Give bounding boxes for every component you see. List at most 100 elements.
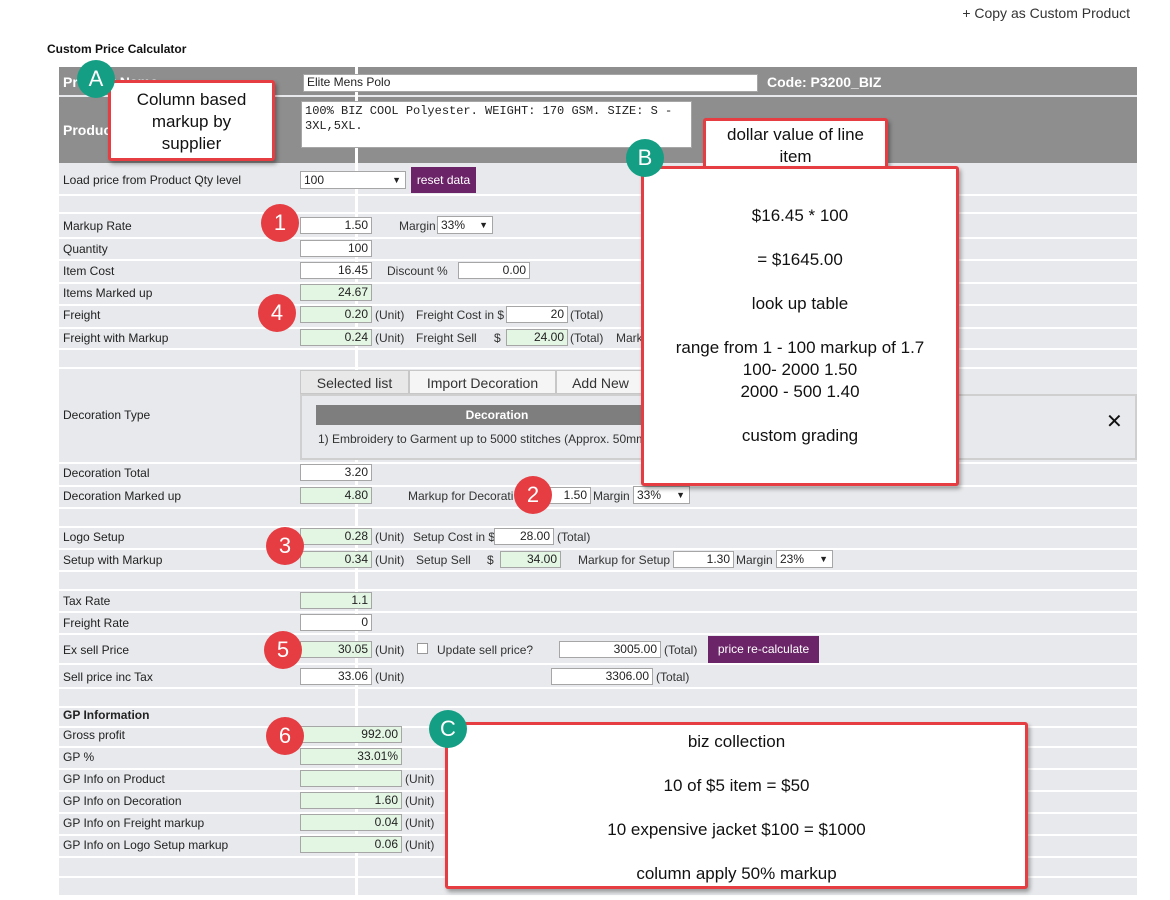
setup-with-markup-label: Setup with Markup xyxy=(63,553,163,567)
markup-rate-input[interactable]: 1.50 xyxy=(300,217,372,234)
chevron-down-icon: ▼ xyxy=(676,490,685,500)
freight-rate-input[interactable]: 0 xyxy=(300,614,372,631)
setup-margin-select[interactable]: 23% ▼ xyxy=(776,550,833,568)
logo-setup-unit-label: (Unit) xyxy=(375,530,405,544)
gross-profit-label: Gross profit xyxy=(63,728,126,742)
annotation-b-title-callout: dollar value of line item xyxy=(703,118,888,169)
price-recalculate-button[interactable]: price re-calculate xyxy=(708,636,819,663)
gp-percent-label: GP % xyxy=(63,750,95,764)
close-icon[interactable]: ✕ xyxy=(1106,409,1123,434)
setup-sell-value: 34.00 xyxy=(500,551,561,568)
decoration-tabs: Selected list Import Decoration Add New xyxy=(300,370,645,394)
decoration-item[interactable]: 1) Embroidery to Garment up to 5000 stit… xyxy=(318,432,646,446)
setup-cost-input[interactable]: 28.00 xyxy=(494,528,554,545)
freight-markup-trail-label: Mark xyxy=(616,331,643,345)
setup-sell-dollar: $ xyxy=(487,553,494,567)
setup-cost-total-label: (Total) xyxy=(557,530,591,544)
discount-input[interactable]: 0.00 xyxy=(458,262,530,279)
sell-tax-unit-label: (Unit) xyxy=(375,670,405,684)
badge-a: A xyxy=(77,60,115,98)
item-cost-input[interactable]: 16.45 xyxy=(300,262,372,279)
tax-rate-input[interactable]: 1.1 xyxy=(300,592,372,609)
annotation-b-line: look up table xyxy=(751,294,849,313)
tab-selected-list[interactable]: Selected list xyxy=(300,370,409,394)
setup-margin-value: 23% xyxy=(780,552,805,566)
decoration-type-label: Decoration Type xyxy=(63,408,151,422)
decoration-margin-select[interactable]: 33% ▼ xyxy=(633,486,690,504)
load-price-label: Load price from Product Qty level xyxy=(63,173,242,187)
logo-setup-label: Logo Setup xyxy=(63,530,125,544)
gp-logo-unit-label: (Unit) xyxy=(405,838,435,852)
product-description-textarea[interactable]: 100% BIZ COOL Polyester. WEIGHT: 170 GSM… xyxy=(301,101,692,148)
copy-as-custom-product-link[interactable]: + Copy as Custom Product xyxy=(962,5,1130,21)
annotation-b-line: $16.45 * 100 xyxy=(751,206,849,225)
gp-info-product-label: GP Info on Product xyxy=(63,772,165,786)
annotation-b-callout: $16.45 * 100 = $1645.00 look up table ra… xyxy=(641,166,959,486)
tab-import-decoration[interactable]: Import Decoration xyxy=(409,370,556,394)
decoration-marked-up-label: Decoration Marked up xyxy=(63,489,182,503)
decoration-total-label: Decoration Total xyxy=(63,466,150,480)
freight-with-markup-label: Freight with Markup xyxy=(63,331,169,345)
gp-decoration-unit-label: (Unit) xyxy=(405,794,435,808)
gp-info-freight-label: GP Info on Freight markup xyxy=(63,816,205,830)
annotation-b-line: = $1645.00 xyxy=(757,250,843,269)
freight-rate-label: Freight Rate xyxy=(63,616,130,630)
annotation-b-line: range from 1 - 100 markup of 1.7 xyxy=(675,338,925,357)
gross-profit-value: 992.00 xyxy=(300,726,402,743)
freight-sell-dollar: $ xyxy=(494,331,501,345)
sell-tax-total-label: (Total) xyxy=(656,670,690,684)
badge-1: 1 xyxy=(261,204,299,242)
badge-2: 2 xyxy=(514,476,552,514)
qty-level-value: 100 xyxy=(304,173,325,187)
annotation-b-title-line: item xyxy=(779,147,812,166)
ex-sell-price-label: Ex sell Price xyxy=(63,643,130,657)
product-name-input[interactable]: Elite Mens Polo xyxy=(303,74,758,92)
markup-for-setup-label: Markup for Setup xyxy=(578,553,671,567)
update-sell-price-label: Update sell price? xyxy=(437,643,534,657)
setup-markup-unit-label: (Unit) xyxy=(375,553,405,567)
badge-6: 6 xyxy=(266,717,304,755)
decoration-column-header: Decoration xyxy=(316,405,678,425)
quantity-input[interactable]: 100 xyxy=(300,240,372,257)
margin-select[interactable]: 33% ▼ xyxy=(437,216,493,234)
decoration-margin-value: 33% xyxy=(637,488,662,502)
freight-cost-input[interactable]: 20 xyxy=(506,306,568,323)
badge-b: B xyxy=(626,139,664,177)
tab-add-new[interactable]: Add New xyxy=(556,370,645,394)
sell-price-inc-tax-label: Sell price inc Tax xyxy=(63,670,153,684)
ex-sell-total-value[interactable]: 3005.00 xyxy=(559,641,661,658)
margin-value: 33% xyxy=(441,218,466,232)
setup-margin-label: Margin xyxy=(736,553,773,567)
annotation-a-callout: Column based markup by supplier xyxy=(108,80,275,161)
freight-unit-label: (Unit) xyxy=(375,308,405,322)
sell-price-inc-tax-unit-value[interactable]: 33.06 xyxy=(300,668,372,685)
freight-label: Freight xyxy=(63,308,101,322)
sell-price-inc-tax-total-value[interactable]: 3306.00 xyxy=(551,668,653,685)
gp-info-freight-value: 0.04 xyxy=(300,814,402,831)
annotation-a-line: Column based xyxy=(136,90,247,109)
annotation-c-line: column apply 50% markup xyxy=(636,864,837,883)
quantity-label: Quantity xyxy=(63,242,108,256)
annotation-c-callout: biz collection 10 of $5 item = $50 10 ex… xyxy=(445,722,1028,889)
markup-for-decoration-label: Markup for Decorati xyxy=(408,489,514,503)
update-sell-price-checkbox[interactable] xyxy=(417,643,428,654)
markup-for-setup-input[interactable]: 1.30 xyxy=(673,551,734,568)
badge-5: 5 xyxy=(264,631,302,669)
discount-label: Discount % xyxy=(387,264,448,278)
gp-percent-value: 33.01% xyxy=(300,748,402,765)
reset-data-button[interactable]: reset data xyxy=(411,167,476,193)
annotation-c-line: 10 expensive jacket $100 = $1000 xyxy=(607,820,866,839)
tax-rate-label: Tax Rate xyxy=(63,594,111,608)
freight-unit-value: 0.20 xyxy=(300,306,372,323)
chevron-down-icon: ▼ xyxy=(819,554,828,564)
margin-label: Margin xyxy=(399,219,436,233)
ex-sell-total-label: (Total) xyxy=(664,643,698,657)
annotation-c-line: biz collection xyxy=(687,732,786,751)
decoration-marked-up-value: 4.80 xyxy=(300,487,372,504)
ex-sell-price-unit-value: 30.05 xyxy=(300,641,372,658)
product-qty-level-select[interactable]: 100 ▼ xyxy=(300,171,406,189)
setup-sell-label: Setup Sell xyxy=(416,553,471,567)
decoration-total-value[interactable]: 3.20 xyxy=(300,464,372,481)
annotation-a-line: markup by xyxy=(151,112,232,131)
annotation-b-line: 2000 - 500 1.40 xyxy=(740,382,860,401)
